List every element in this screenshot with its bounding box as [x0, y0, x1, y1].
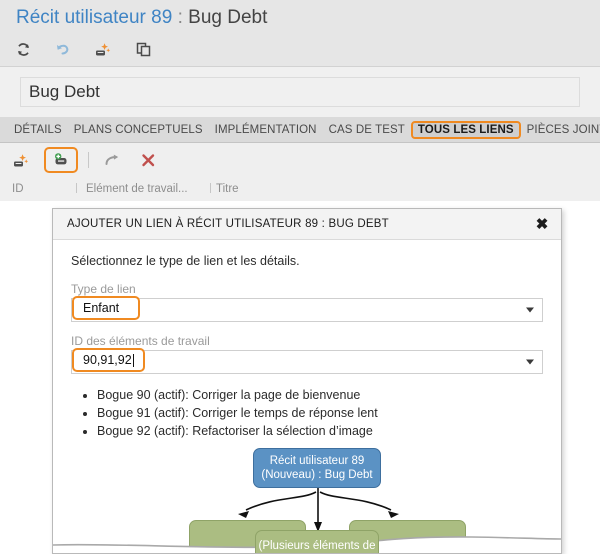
tab-cas-de-test[interactable]: CAS DE TEST: [323, 121, 411, 139]
dialog-titlebar: AJOUTER UN LIEN À RÉCIT UTILISATEUR 89 :…: [53, 209, 561, 240]
link-type-label: Type de lien: [71, 282, 136, 296]
page-title: Récit utilisateur 89 : Bug Debt: [16, 7, 267, 29]
column-header-work-item-type[interactable]: Élément de travail...: [74, 183, 208, 195]
undo-icon: [57, 44, 69, 54]
undo-button[interactable]: [50, 37, 76, 61]
preview-child-node-center: (Plusieurs éléments de travail sélection…: [255, 530, 379, 553]
title-field-band: [0, 66, 600, 118]
work-item-header: Récit utilisateur 89 : Bug Debt: [0, 0, 600, 66]
preview-child-center-line1: (Plusieurs éléments de: [258, 540, 376, 552]
tab-strip: DÉTAILS PLANS CONCEPTUELS IMPLÉMENTATION…: [0, 117, 600, 143]
new-linked-item-button[interactable]: [90, 37, 116, 61]
links-toolbar: [0, 143, 600, 177]
list-item: Bogue 91 (actif): Corriger le temps de r…: [97, 404, 543, 422]
new-linked-work-item-button[interactable]: [8, 148, 34, 172]
add-link-icon: [55, 152, 67, 164]
list-item: Bogue 90 (actif): Corriger la page de bi…: [97, 386, 543, 404]
title-separator: :: [177, 7, 183, 28]
preview-parent-line2: (Nouveau) : Bug Debt: [261, 469, 373, 482]
add-link-dialog: AJOUTER UN LIEN À RÉCIT UTILISATEUR 89 :…: [52, 208, 562, 554]
delete-link-button[interactable]: [135, 148, 161, 172]
tab-implementation[interactable]: IMPLÉMENTATION: [209, 121, 323, 139]
refresh-button[interactable]: [10, 37, 36, 61]
work-item-ids-input[interactable]: 90,91,92: [72, 348, 145, 372]
tab-plans-conceptuels[interactable]: PLANS CONCEPTUELS: [68, 121, 209, 139]
chevron-down-icon[interactable]: [526, 307, 534, 313]
link-type-value[interactable]: Enfant: [72, 296, 140, 320]
open-link-icon: [105, 154, 119, 165]
text-caret: [132, 353, 134, 367]
dialog-title: AJOUTER UN LIEN À RÉCIT UTILISATEUR 89 :…: [67, 218, 389, 230]
tab-pieces-jointes[interactable]: PIÈCES JOINTES: [521, 121, 600, 139]
delete-link-icon: [141, 153, 154, 166]
preview-parent-node: Récit utilisateur 89 (Nouveau) : Bug Deb…: [253, 448, 381, 489]
column-header-title[interactable]: Titre: [208, 183, 336, 195]
open-link-button[interactable]: [99, 148, 125, 172]
work-item-ids-label: ID des éléments de travail: [71, 334, 210, 348]
add-link-button[interactable]: [44, 147, 78, 173]
work-item-name: Bug Debt: [188, 7, 268, 28]
new-linked-item-icon: [96, 42, 111, 55]
toolbar-divider: [88, 152, 89, 168]
resolved-items-list: Bogue 90 (actif): Corriger la page de bi…: [71, 386, 543, 440]
copy-button[interactable]: [130, 37, 156, 61]
close-icon[interactable]: ✖: [533, 215, 551, 233]
tab-details[interactable]: DÉTAILS: [8, 121, 68, 139]
tab-tous-les-liens[interactable]: TOUS LES LIENS: [410, 120, 521, 139]
list-item: Bogue 92 (actif): Refactoriser la sélect…: [97, 422, 543, 440]
copy-icon: [136, 42, 150, 56]
refresh-icon: [17, 42, 29, 56]
column-header-id[interactable]: ID: [0, 183, 74, 195]
dialog-body: Sélectionnez le type de lien et les déta…: [53, 240, 561, 553]
dialog-instruction: Sélectionnez le type de lien et les déta…: [71, 254, 300, 268]
new-linked-work-item-icon: [14, 153, 29, 166]
link-type-select[interactable]: Enfant: [71, 296, 543, 322]
work-item-link[interactable]: Récit utilisateur 89: [16, 7, 172, 28]
work-item-ids-text: 90,91,92: [83, 353, 132, 367]
work-item-ids-select[interactable]: 90,91,92: [71, 348, 543, 374]
chevron-down-icon[interactable]: [526, 359, 534, 365]
preview-parent-line1: Récit utilisateur 89: [269, 455, 365, 467]
header-toolbar: [10, 36, 156, 62]
work-item-title-input[interactable]: [20, 77, 580, 107]
links-grid-header: ID Élément de travail... Titre: [0, 177, 600, 202]
